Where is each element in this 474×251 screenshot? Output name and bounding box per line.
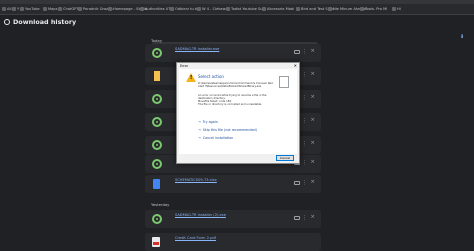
bookmark-youtube[interactable]: YouTube <box>20 5 40 13</box>
warning-icon: ! <box>186 73 196 82</box>
download-item: SADMAG-TR Installer.exe ⋮ × <box>145 44 321 62</box>
download-item: Credit Card Form 2.pdf <box>145 233 321 251</box>
more-icon[interactable]: ⋮ <box>302 140 307 148</box>
bookmark-authorities[interactable]: Authorities UTM <box>140 5 174 13</box>
close-icon[interactable]: ✕ <box>294 63 297 68</box>
more-icon[interactable]: ⋮ <box>302 159 307 167</box>
cancel-button[interactable]: Cancel <box>276 155 294 161</box>
zip-icon <box>154 71 160 81</box>
dialog-heading: Select action <box>198 74 224 79</box>
app-bar: Download history ⬇ <box>0 15 474 40</box>
bookmark-ciekawos[interactable]: W 4 - Ciekawos <box>197 5 230 13</box>
more-icon[interactable]: ⋮ <box>302 48 307 56</box>
dialog-title: Error <box>180 64 189 68</box>
close-icon[interactable]: × <box>310 47 315 56</box>
gear-icon <box>152 140 162 150</box>
bookmark-tools[interactable]: Tools- Pro Mi <box>360 5 387 13</box>
error-details: MoveFile failed; code 183. The file or d… <box>198 100 262 107</box>
download-link[interactable]: SCHEMATICS09-73.xlsx <box>175 178 217 182</box>
download-link[interactable]: Credit Card Form 2.pdf <box>175 236 216 240</box>
bookmark-akcesoria[interactable]: Akcesoria Mobi <box>262 5 294 13</box>
bookmark-odbierz[interactable]: Odbierz tu tr <box>170 5 198 13</box>
arrow-right-icon: → <box>198 120 201 124</box>
error-path: D:\Games\steamapps\common\Command & Conq… <box>198 82 273 89</box>
page-title: Download history <box>13 18 77 26</box>
close-icon[interactable]: × <box>310 178 315 187</box>
close-icon[interactable]: × <box>310 139 315 148</box>
error-dialog: Error ✕ ! Select action D:\Games\steamap… <box>176 62 300 164</box>
cancel-installation-option[interactable]: → Cancel installation <box>198 136 233 140</box>
gear-icon <box>152 159 162 169</box>
folder-icon[interactable] <box>294 50 300 54</box>
gear-icon <box>152 117 162 127</box>
section-today: Today <box>151 38 162 43</box>
bookmarks-bar: All Y YouTube Maps ChatGPT Poradnik Graz… <box>0 4 474 15</box>
close-icon[interactable]: × <box>310 70 315 79</box>
folder-icon[interactable] <box>294 181 300 185</box>
close-icon[interactable]: × <box>310 116 315 125</box>
bookmark-maps[interactable]: Maps <box>43 5 57 13</box>
bookmark-todist[interactable]: Todist Youtube Sup <box>226 5 265 13</box>
bookmark-y[interactable]: Y <box>12 5 19 13</box>
dialog-body: ! Select action D:\Games\steamapps\commo… <box>179 69 297 154</box>
gear-icon <box>152 48 162 58</box>
more-icon[interactable]: ⋮ <box>302 71 307 79</box>
more-icon[interactable]: ⋮ <box>302 94 307 102</box>
skip-file-option[interactable]: → Skip this file (not recommended) <box>198 128 257 132</box>
download-link[interactable]: SADMAG-TR Installer (2).exe <box>175 213 226 217</box>
download-link[interactable]: SADMAG-TR Installer.exe <box>175 47 219 51</box>
download-item: SADMAG-TR Installer (2).exe ⋮ × <box>145 210 321 228</box>
gear-icon <box>152 214 162 224</box>
bookmark-hi[interactable]: Hi <box>392 5 401 13</box>
document-icon <box>153 179 160 189</box>
close-icon[interactable]: × <box>310 158 315 167</box>
folder-icon[interactable] <box>294 216 300 220</box>
section-yesterday: Yesterday <box>151 202 170 207</box>
chrome-logo-icon <box>4 19 10 25</box>
file-icon <box>279 76 289 88</box>
more-icon[interactable]: ⋮ <box>302 117 307 125</box>
more-icon[interactable]: ⋮ <box>302 179 307 187</box>
bookmark-chatgpt[interactable]: ChatGPT <box>58 5 79 13</box>
pdf-icon <box>152 237 160 247</box>
more-icon[interactable]: ⋮ <box>302 214 307 222</box>
gear-icon <box>152 94 162 104</box>
download-icon[interactable]: ⬇ <box>460 35 465 40</box>
close-icon[interactable]: × <box>310 213 315 222</box>
try-again-option[interactable]: → Try again <box>198 120 218 124</box>
arrow-right-icon: → <box>198 136 201 140</box>
download-item: SCHEMATICS09-73.xlsx ⋮ × <box>145 175 321 193</box>
bookmark-all[interactable]: All <box>2 5 11 13</box>
close-icon[interactable]: × <box>310 93 315 102</box>
arrow-right-icon: → <box>198 128 201 132</box>
